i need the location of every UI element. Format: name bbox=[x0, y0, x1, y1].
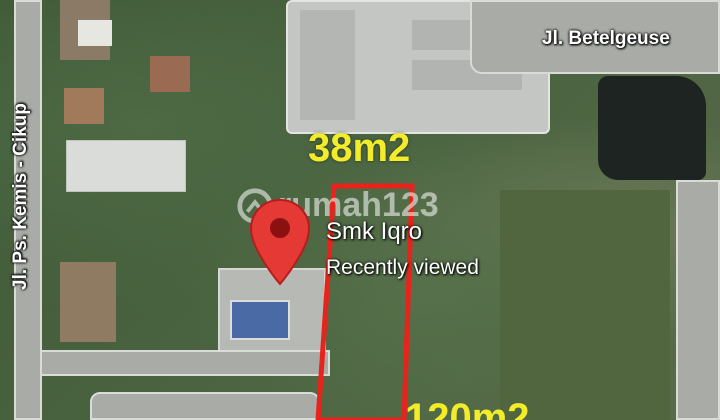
poi-subtitle: Recently viewed bbox=[326, 256, 479, 279]
satellite-map[interactable]: Jl. Ps. Kemis - Cikup Jl. Betelgeuse 38m… bbox=[0, 0, 720, 420]
poi-name[interactable]: Smk Iqro bbox=[326, 218, 422, 246]
land-area-label: 38m2 bbox=[308, 126, 411, 170]
map-pin-icon[interactable] bbox=[248, 198, 312, 286]
bottom-area-label: 120m2 bbox=[405, 396, 530, 420]
